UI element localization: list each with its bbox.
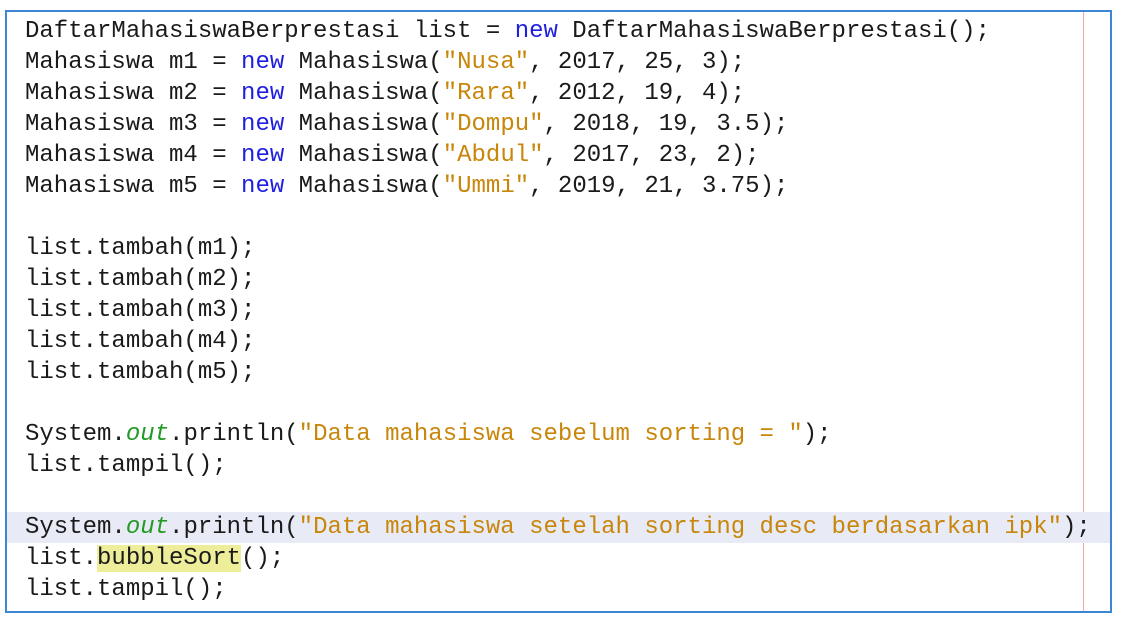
code-token: , 2019, 21, 3.75);: [529, 173, 789, 200]
field-token: out: [125, 421, 170, 448]
code-line[interactable]: list.tampil();: [25, 450, 1110, 481]
string-literal: "Abdul": [442, 142, 544, 169]
code-token: , 2017, 23, 2);: [543, 142, 760, 169]
code-token: Mahasiswa m4 =: [25, 142, 242, 169]
code-token: list.tambah(m3);: [25, 297, 256, 324]
code-token: list.tampil();: [25, 452, 227, 479]
code-token: list.tambah(m1);: [25, 235, 256, 262]
code-token: .println(: [169, 421, 299, 448]
code-line[interactable]: [25, 388, 1110, 419]
code-token: list.tambah(m2);: [25, 266, 256, 293]
highlighted-token: bubbleSort: [97, 545, 242, 572]
string-literal: "Ummi": [442, 173, 530, 200]
code-token: System.: [25, 514, 126, 541]
code-token: , 2018, 19, 3.5);: [543, 111, 789, 138]
keyword-token: new: [241, 49, 285, 76]
code-token: Mahasiswa m3 =: [25, 111, 242, 138]
code-token: Mahasiswa m5 =: [25, 173, 242, 200]
keyword-token: new: [514, 18, 558, 45]
code-token: ();: [241, 545, 285, 572]
string-literal: "Rara": [442, 80, 530, 107]
string-literal: "Dompu": [442, 111, 544, 138]
field-token: out: [125, 514, 170, 541]
code-token: );: [802, 421, 832, 448]
code-line[interactable]: list.tampil();: [25, 574, 1110, 605]
code-line[interactable]: list.tambah(m2);: [25, 264, 1110, 295]
code-line[interactable]: list.tambah(m3);: [25, 295, 1110, 326]
code-line[interactable]: Mahasiswa m5 = new Mahasiswa("Ummi", 201…: [25, 171, 1110, 202]
code-token: list.tampil();: [25, 576, 227, 603]
keyword-token: new: [241, 80, 285, 107]
code-token: Mahasiswa(: [284, 173, 443, 200]
code-line[interactable]: list.bubbleSort();: [25, 543, 1110, 574]
code-token: Mahasiswa(: [284, 49, 443, 76]
code-token: DaftarMahasiswaBerprestasi();: [557, 18, 990, 45]
code-token: Mahasiswa m2 =: [25, 80, 242, 107]
string-literal: "Nusa": [442, 49, 530, 76]
keyword-token: new: [241, 142, 285, 169]
code-token: .println(: [169, 514, 299, 541]
code-line[interactable]: System.out.println("Data mahasiswa sebel…: [25, 419, 1110, 450]
code-editor[interactable]: DaftarMahasiswaBerprestasi list = new Da…: [5, 10, 1112, 613]
code-token: Mahasiswa m1 =: [25, 49, 242, 76]
code-token: Mahasiswa(: [284, 142, 443, 169]
code-token: list.tambah(m4);: [25, 328, 256, 355]
code-line[interactable]: list.tambah(m5);: [25, 357, 1110, 388]
code-token: Mahasiswa(: [284, 80, 443, 107]
code-token: list.tambah(m5);: [25, 359, 256, 386]
code-token: System.: [25, 421, 126, 448]
string-literal: "Data mahasiswa setelah sorting desc ber…: [298, 514, 1062, 541]
code-line[interactable]: list.tambah(m4);: [25, 326, 1110, 357]
code-line[interactable]: Mahasiswa m2 = new Mahasiswa("Rara", 201…: [25, 78, 1110, 109]
code-line[interactable]: list.tambah(m1);: [25, 233, 1110, 264]
code-line[interactable]: [25, 481, 1110, 512]
code-token: list.: [25, 545, 98, 572]
code-token: , 2012, 19, 4);: [529, 80, 746, 107]
code-line[interactable]: DaftarMahasiswaBerprestasi list = new Da…: [25, 16, 1110, 47]
code-area[interactable]: DaftarMahasiswaBerprestasi list = new Da…: [7, 16, 1110, 605]
keyword-token: new: [241, 111, 285, 138]
code-line[interactable]: Mahasiswa m4 = new Mahasiswa("Abdul", 20…: [25, 140, 1110, 171]
code-line-current[interactable]: System.out.println("Data mahasiswa setel…: [7, 512, 1110, 543]
code-line[interactable]: Mahasiswa m1 = new Mahasiswa("Nusa", 201…: [25, 47, 1110, 78]
code-token: Mahasiswa(: [284, 111, 443, 138]
code-line[interactable]: [25, 202, 1110, 233]
string-literal: "Data mahasiswa sebelum sorting = ": [298, 421, 803, 448]
code-line[interactable]: Mahasiswa m3 = new Mahasiswa("Dompu", 20…: [25, 109, 1110, 140]
code-token: );: [1062, 514, 1091, 541]
code-token: , 2017, 25, 3);: [529, 49, 746, 76]
keyword-token: new: [241, 173, 285, 200]
code-token: DaftarMahasiswaBerprestasi list =: [25, 18, 515, 45]
